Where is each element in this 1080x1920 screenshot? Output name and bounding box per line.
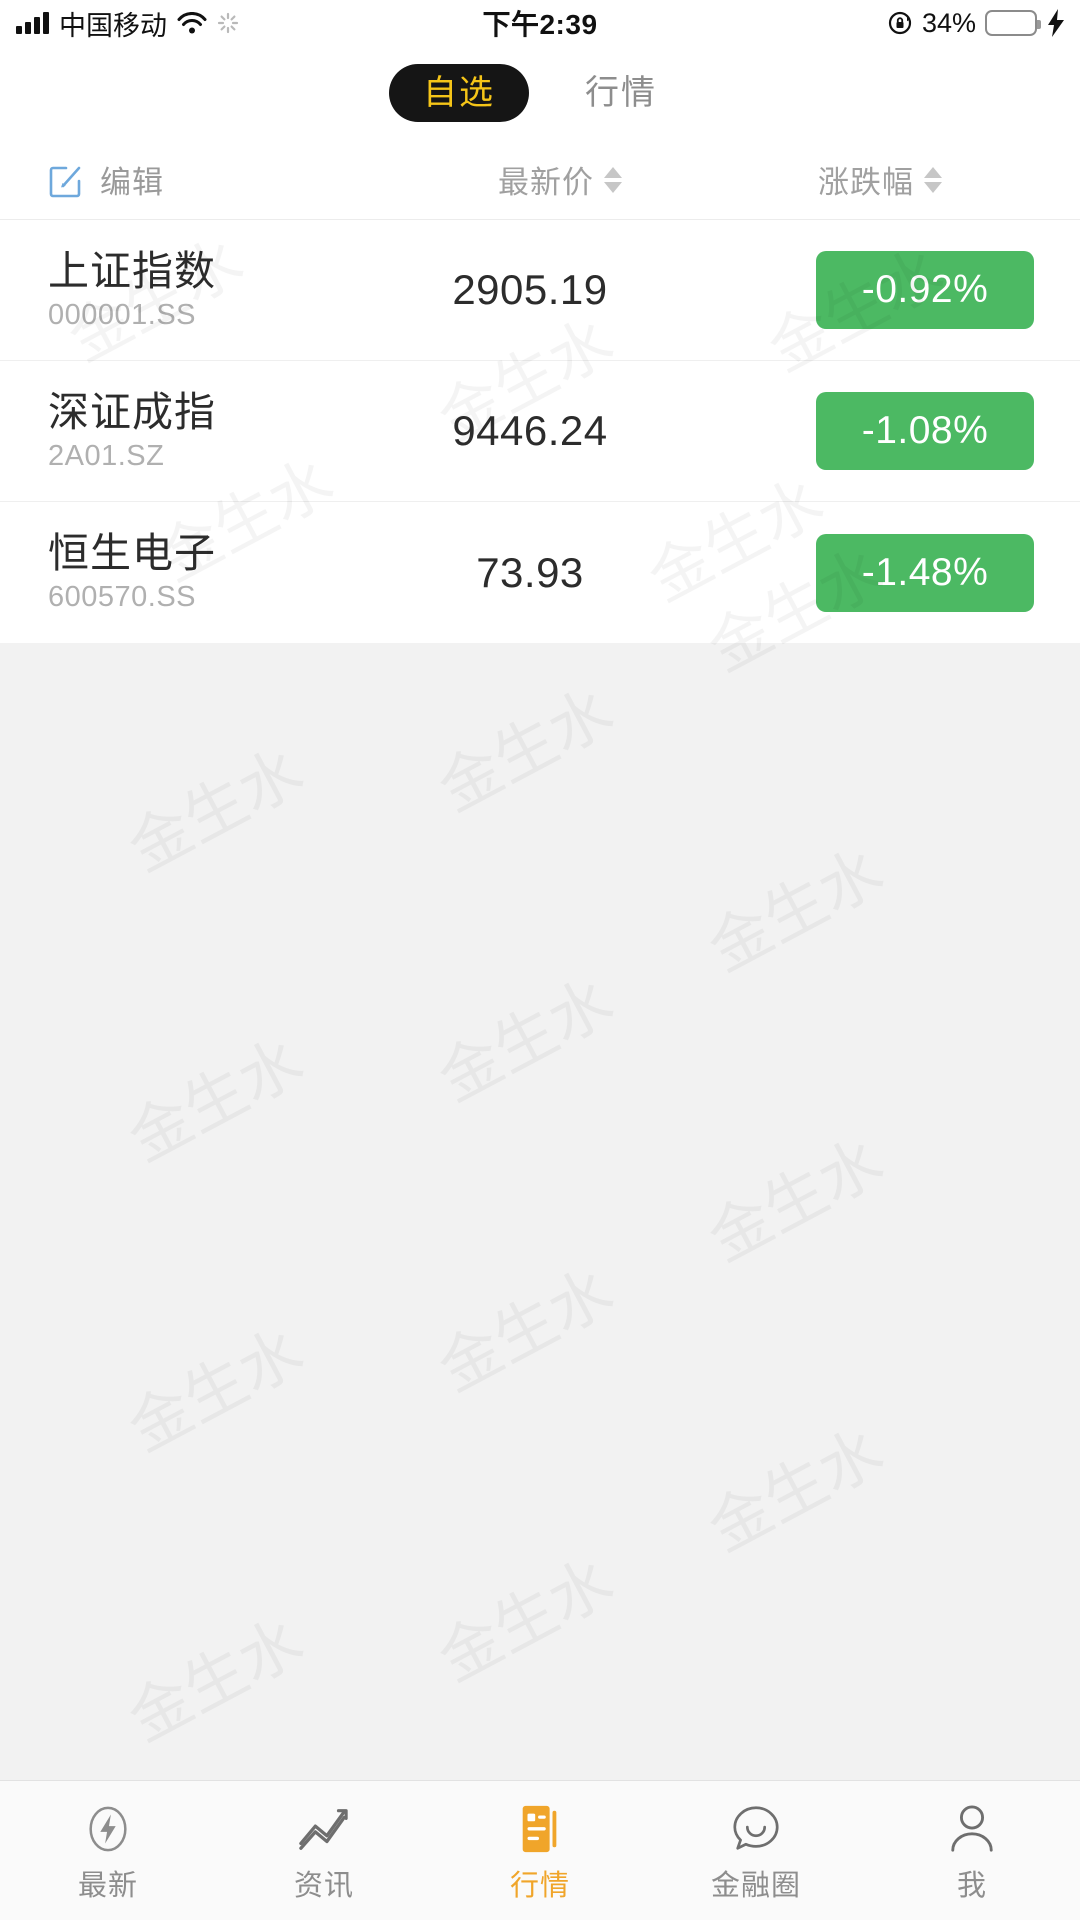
column-header-price[interactable]: 最新价 bbox=[498, 157, 622, 202]
tab-label: 金融圈 bbox=[710, 1870, 801, 1902]
tab-label: 资讯 bbox=[293, 1870, 354, 1902]
stock-change-cell: -1.48% bbox=[816, 533, 1034, 612]
chat-bubble-icon bbox=[729, 1800, 783, 1858]
tab-label: 最新 bbox=[77, 1870, 138, 1902]
table-row[interactable]: 深证成指 2A01.SZ 9446.24 -1.08% bbox=[0, 361, 1080, 502]
edit-button[interactable]: 编辑 bbox=[46, 157, 164, 202]
edit-label: 编辑 bbox=[100, 165, 164, 200]
bottom-tab-bar: 最新 资讯 行情 金融圈 我 bbox=[0, 1780, 1080, 1920]
line-chart-icon bbox=[296, 1800, 352, 1858]
tab-news[interactable]: 资讯 bbox=[216, 1800, 432, 1901]
quote-document-icon bbox=[515, 1800, 565, 1858]
stock-identity: 上证指数 000001.SS bbox=[48, 247, 216, 331]
stock-price: 9446.24 bbox=[452, 407, 608, 454]
battery-icon bbox=[985, 10, 1041, 36]
column-header-change[interactable]: 涨跌幅 bbox=[818, 157, 942, 202]
rotation-lock-icon bbox=[887, 10, 913, 36]
app-root: 中国移动 下午2:39 34% 自选 行情 编辑 最新价 涨跌幅 上证指数 00… bbox=[0, 0, 1080, 1920]
battery-percent-label: 34% bbox=[921, 7, 976, 38]
stock-change-cell: -0.92% bbox=[816, 251, 1034, 329]
tab-label: 我 bbox=[956, 1870, 987, 1902]
change-column-label: 涨跌幅 bbox=[818, 165, 914, 200]
empty-content-area bbox=[0, 643, 1080, 1780]
stock-identity: 恒生电子 600570.SS bbox=[48, 533, 216, 612]
tab-watchlist[interactable]: 自选 bbox=[389, 64, 529, 122]
price-column-label: 最新价 bbox=[498, 165, 594, 200]
stock-price: 2905.19 bbox=[452, 266, 608, 313]
stock-name: 深证成指 bbox=[48, 388, 216, 435]
status-badge: -1.08% bbox=[816, 392, 1034, 470]
tab-market[interactable]: 行情 bbox=[551, 64, 691, 122]
stock-name: 恒生电子 bbox=[48, 530, 216, 576]
sort-arrows-icon bbox=[604, 166, 622, 193]
tab-quotes[interactable]: 行情 bbox=[432, 1800, 648, 1901]
sort-arrows-icon bbox=[924, 166, 942, 193]
tab-label: 行情 bbox=[509, 1870, 570, 1902]
status-badge: -1.48% bbox=[816, 533, 1034, 612]
status-bar-right: 34% bbox=[887, 8, 1066, 39]
stock-name: 上证指数 bbox=[48, 247, 216, 294]
stock-code: 000001.SS bbox=[48, 298, 197, 331]
stock-identity: 深证成指 2A01.SZ bbox=[48, 388, 216, 472]
edit-pencil-icon bbox=[46, 160, 86, 200]
status-bar: 中国移动 下午2:39 34% bbox=[0, 0, 1080, 46]
tab-finance-circle[interactable]: 金融圈 bbox=[648, 1800, 864, 1901]
tab-profile[interactable]: 我 bbox=[864, 1800, 1080, 1901]
status-badge: -0.92% bbox=[816, 251, 1034, 329]
stock-code: 2A01.SZ bbox=[48, 439, 165, 472]
column-header: 编辑 最新价 涨跌幅 bbox=[0, 140, 1080, 220]
lightning-circle-icon bbox=[82, 1800, 134, 1858]
top-segmented-nav: 自选 行情 bbox=[0, 46, 1080, 140]
table-row[interactable]: 恒生电子 600570.SS 73.93 -1.48% bbox=[0, 502, 1080, 643]
table-row[interactable]: 上证指数 000001.SS 2905.19 -0.92% bbox=[0, 220, 1080, 361]
tab-latest[interactable]: 最新 bbox=[0, 1800, 216, 1901]
stock-price: 73.93 bbox=[476, 548, 584, 596]
watchlist: 上证指数 000001.SS 2905.19 -0.92% 深证成指 2A01.… bbox=[0, 220, 1080, 643]
charging-bolt-icon bbox=[1046, 9, 1066, 37]
stock-change-cell: -1.08% bbox=[816, 392, 1034, 470]
stock-code: 600570.SS bbox=[48, 581, 197, 613]
person-icon bbox=[947, 1800, 997, 1858]
